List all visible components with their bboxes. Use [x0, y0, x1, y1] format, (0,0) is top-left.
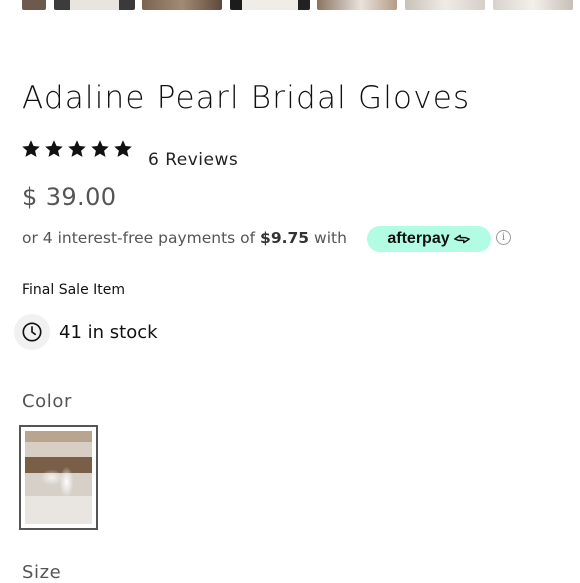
product-price: $ 39.00	[22, 183, 117, 211]
thumbnail-strip	[0, 0, 580, 12]
star-icon	[21, 139, 41, 159]
rating-stars[interactable]	[21, 139, 133, 159]
product-thumbnail[interactable]	[142, 0, 222, 10]
product-thumbnail[interactable]	[230, 0, 310, 10]
product-title: Adaline Pearl Bridal Gloves	[22, 80, 471, 116]
clock-icon	[22, 322, 42, 342]
info-icon[interactable]: i	[496, 230, 511, 245]
star-icon	[67, 139, 87, 159]
star-icon	[44, 139, 64, 159]
afterpay-logo-icon	[453, 234, 470, 244]
stock-indicator	[14, 314, 50, 350]
product-thumbnail[interactable]	[493, 0, 573, 10]
installments-suffix: with	[314, 229, 347, 247]
product-thumbnail[interactable]	[22, 0, 46, 10]
reviews-link[interactable]: 6 Reviews	[148, 150, 238, 170]
final-sale-label: Final Sale Item	[22, 282, 126, 298]
afterpay-badge[interactable]: afterpay	[367, 226, 491, 252]
afterpay-label: afterpay	[387, 230, 450, 247]
installments-prefix: or 4 interest-free payments of	[22, 229, 256, 247]
installment-amount: $9.75	[260, 229, 310, 247]
product-thumbnail[interactable]	[54, 0, 135, 10]
color-swatch-image	[25, 431, 92, 524]
star-icon	[113, 139, 133, 159]
color-option-label: Color	[22, 391, 72, 412]
stock-count: 41 in stock	[59, 322, 158, 343]
star-icon	[90, 139, 110, 159]
product-thumbnail[interactable]	[405, 0, 485, 10]
color-swatch[interactable]	[19, 425, 98, 530]
product-thumbnail[interactable]	[317, 0, 397, 10]
installments-text: or 4 interest-free payments of $9.75 wit…	[22, 229, 347, 247]
